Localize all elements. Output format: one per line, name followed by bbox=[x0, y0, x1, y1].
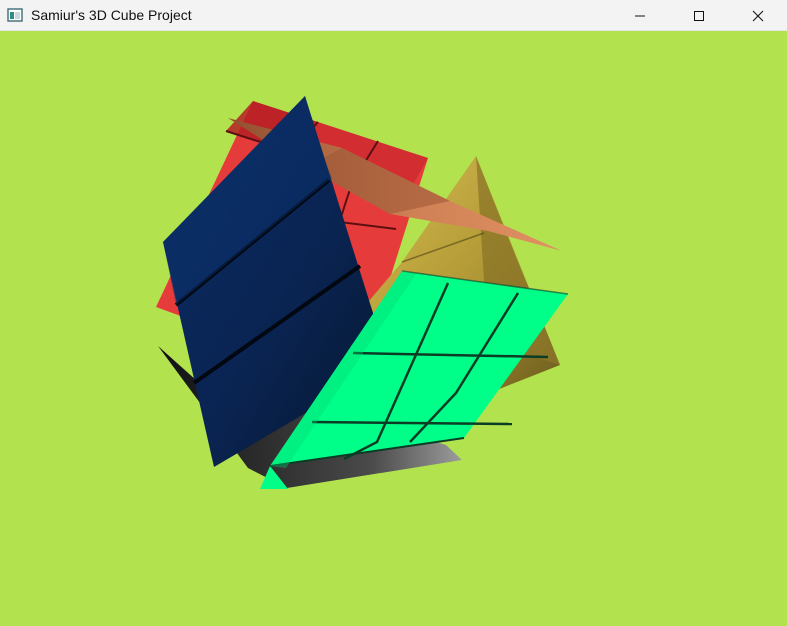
close-icon bbox=[752, 10, 763, 21]
render-viewport[interactable] bbox=[0, 31, 787, 626]
window-controls bbox=[610, 0, 787, 31]
minimize-icon bbox=[634, 15, 645, 16]
minimize-button[interactable] bbox=[610, 0, 669, 31]
title-bar[interactable]: Samiur's 3D Cube Project bbox=[0, 0, 787, 31]
close-button[interactable] bbox=[728, 0, 787, 31]
app-window-icon bbox=[7, 8, 23, 22]
maximize-button[interactable] bbox=[669, 0, 728, 31]
window-title: Samiur's 3D Cube Project bbox=[31, 7, 192, 23]
scene-canvas[interactable] bbox=[0, 31, 787, 626]
maximize-icon bbox=[693, 10, 704, 21]
app-window: Samiur's 3D Cube Project bbox=[0, 0, 787, 626]
